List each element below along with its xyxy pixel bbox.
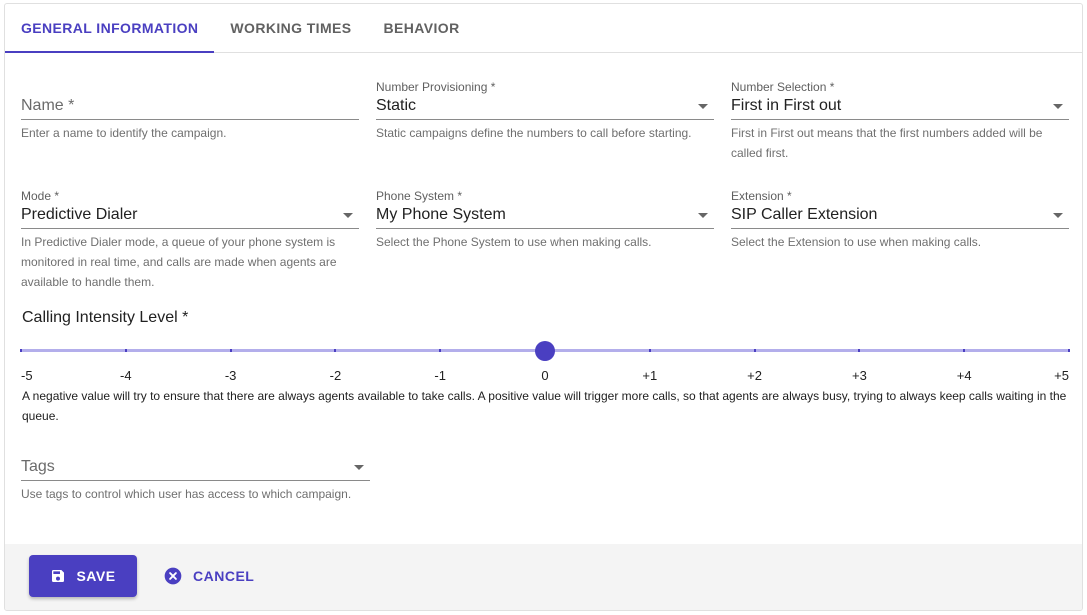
slider-tick — [20, 349, 22, 352]
slider-tick — [753, 349, 756, 352]
number-selection-select[interactable]: First in First out — [731, 95, 1069, 120]
save-button-label: SAVE — [76, 568, 116, 584]
mode-label: Mode * — [21, 189, 60, 203]
number-provisioning-select[interactable]: Static — [376, 95, 714, 120]
dropdown-arrow-icon — [1053, 213, 1063, 218]
mode-value: Predictive Dialer — [21, 206, 138, 223]
cancel-icon — [163, 566, 183, 586]
tab-general-information[interactable]: GENERAL INFORMATION — [5, 4, 215, 53]
extension-label: Extension * — [731, 189, 792, 203]
number-selection-help-text: First in First out means that the first … — [731, 126, 1043, 160]
tags-field: Tags Use tags to control which user has … — [21, 440, 370, 504]
campaign-form-card: GENERAL INFORMATION WORKING TIMES BEHAVI… — [4, 3, 1083, 611]
save-button[interactable]: SAVE — [29, 555, 137, 597]
name-help-text: Enter a name to identify the campaign. — [21, 126, 227, 140]
phone-system-select[interactable]: My Phone System — [376, 204, 714, 229]
tab-working-times[interactable]: WORKING TIMES — [214, 4, 367, 52]
dropdown-arrow-icon — [698, 104, 708, 109]
number-provisioning-value: Static — [376, 97, 417, 114]
slider-mark-label: -3 — [224, 368, 237, 383]
extension-field: Extension * SIP Caller Extension Select … — [731, 188, 1069, 252]
cancel-button[interactable]: CANCEL — [155, 555, 262, 597]
dropdown-arrow-icon — [343, 213, 353, 218]
mode-field: Mode * Predictive Dialer In Predictive D… — [21, 188, 359, 292]
extension-help-text: Select the Extension to use when making … — [731, 235, 982, 249]
tags-placeholder: Tags — [21, 458, 55, 475]
number-provisioning-help-text: Static campaigns define the numbers to c… — [376, 126, 692, 140]
slider-mark-label: -4 — [120, 368, 132, 383]
number-provisioning-field: Number Provisioning * Static Static camp… — [376, 79, 714, 143]
slider-tick — [858, 349, 861, 352]
slider-mark-label: +1 — [642, 368, 658, 383]
slider-mark-label: 0 — [541, 368, 549, 383]
slider-mark-label: +3 — [851, 368, 867, 383]
calling-intensity-slider[interactable] — [20, 340, 1070, 361]
mode-select[interactable]: Predictive Dialer — [21, 204, 359, 229]
phone-system-help-text: Select the Phone System to use when maki… — [376, 235, 652, 249]
phone-system-label: Phone System * — [376, 189, 463, 203]
name-field: Name * Enter a name to identify the camp… — [21, 79, 359, 143]
slider-mark-label: +5 — [1054, 368, 1069, 383]
slider-tick — [229, 349, 232, 352]
slider-thumb[interactable] — [535, 341, 555, 361]
slider-marks: -5 -4 -3 -2 -1 0 +1 +2 +3 +4 +5 — [21, 368, 1069, 384]
calling-intensity-title: Calling Intensity Level * — [22, 309, 189, 326]
slider-tick — [124, 349, 127, 352]
save-icon — [50, 568, 66, 584]
extension-value: SIP Caller Extension — [731, 206, 878, 223]
cancel-button-label: CANCEL — [193, 568, 255, 584]
calling-intensity-help-text: A negative value will try to ensure that… — [22, 389, 1067, 423]
tab-bar: GENERAL INFORMATION WORKING TIMES BEHAVI… — [5, 4, 1082, 53]
tab-behavior[interactable]: BEHAVIOR — [368, 4, 476, 52]
form-footer: SAVE CANCEL — [5, 544, 1082, 610]
slider-tick — [439, 349, 442, 352]
slider-mark-label: +2 — [747, 368, 763, 383]
phone-system-value: My Phone System — [376, 206, 506, 223]
slider-mark-label: -5 — [21, 368, 33, 383]
slider-mark-label: -2 — [329, 368, 342, 383]
tags-select[interactable]: Tags — [21, 456, 370, 481]
number-selection-label: Number Selection * — [731, 80, 835, 94]
name-input[interactable]: Name * — [21, 95, 359, 120]
dropdown-arrow-icon — [354, 465, 364, 470]
slider-tick — [963, 349, 966, 352]
slider-mark-label: -1 — [434, 368, 446, 383]
number-selection-field: Number Selection * First in First out Fi… — [731, 79, 1069, 163]
slider-tick — [1068, 349, 1070, 352]
number-provisioning-label: Number Provisioning * — [376, 80, 496, 94]
tags-help-text: Use tags to control which user has acces… — [21, 487, 352, 501]
slider-tick — [648, 349, 651, 352]
dropdown-arrow-icon — [698, 213, 708, 218]
extension-select[interactable]: SIP Caller Extension — [731, 204, 1069, 229]
slider-mark-label: +4 — [956, 368, 972, 383]
dropdown-arrow-icon — [1053, 104, 1063, 109]
mode-help-text: In Predictive Dialer mode, a queue of yo… — [21, 235, 337, 289]
phone-system-field: Phone System * My Phone System Select th… — [376, 188, 714, 252]
slider-tick — [334, 349, 337, 352]
number-selection-value: First in First out — [731, 97, 842, 114]
